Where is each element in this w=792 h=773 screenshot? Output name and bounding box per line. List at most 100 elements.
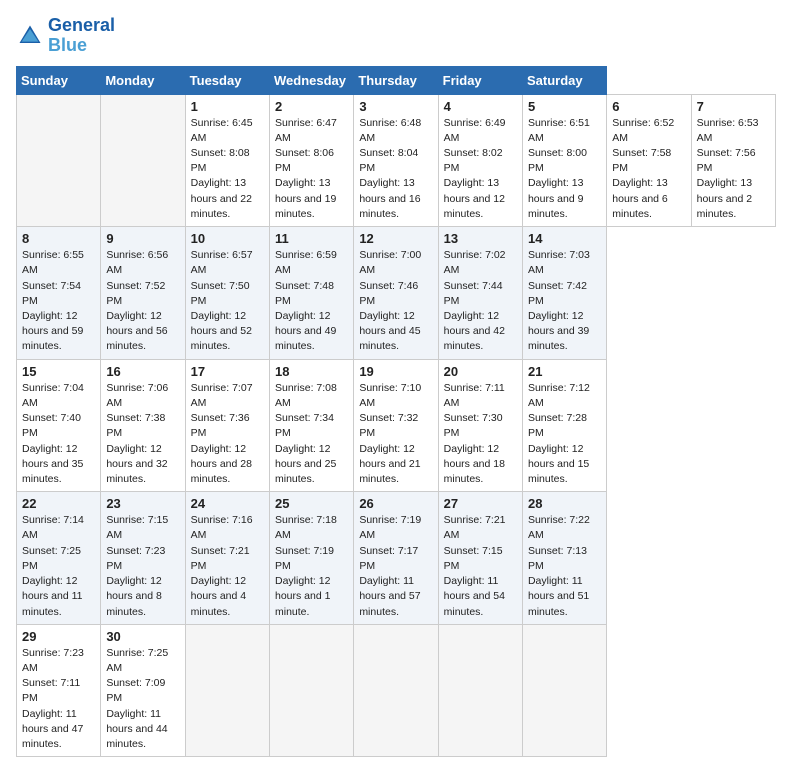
calendar-cell: 28 Sunrise: 7:22 AMSunset: 7:13 PMDaylig…	[522, 492, 606, 625]
day-number: 19	[359, 364, 432, 379]
calendar-cell: 8 Sunrise: 6:55 AMSunset: 7:54 PMDayligh…	[17, 227, 101, 360]
calendar-cell	[269, 624, 353, 757]
day-number: 26	[359, 496, 432, 511]
day-info: Sunrise: 7:02 AMSunset: 7:44 PMDaylight:…	[444, 248, 517, 355]
calendar-cell: 29 Sunrise: 7:23 AMSunset: 7:11 PMDaylig…	[17, 624, 101, 757]
day-number: 4	[444, 99, 517, 114]
day-info: Sunrise: 6:45 AMSunset: 8:08 PMDaylight:…	[191, 116, 264, 223]
calendar-cell: 4 Sunrise: 6:49 AMSunset: 8:02 PMDayligh…	[438, 94, 522, 227]
logo-text: General Blue	[48, 16, 115, 56]
day-number: 17	[191, 364, 264, 379]
day-number: 18	[275, 364, 348, 379]
day-info: Sunrise: 6:47 AMSunset: 8:06 PMDaylight:…	[275, 116, 348, 223]
day-number: 21	[528, 364, 601, 379]
calendar-cell: 20 Sunrise: 7:11 AMSunset: 7:30 PMDaylig…	[438, 359, 522, 492]
day-info: Sunrise: 7:21 AMSunset: 7:15 PMDaylight:…	[444, 513, 517, 620]
day-info: Sunrise: 7:25 AMSunset: 7:09 PMDaylight:…	[106, 646, 179, 753]
day-number: 8	[22, 231, 95, 246]
day-info: Sunrise: 7:00 AMSunset: 7:46 PMDaylight:…	[359, 248, 432, 355]
day-info: Sunrise: 6:56 AMSunset: 7:52 PMDaylight:…	[106, 248, 179, 355]
day-number: 5	[528, 99, 601, 114]
day-info: Sunrise: 6:59 AMSunset: 7:48 PMDaylight:…	[275, 248, 348, 355]
day-number: 11	[275, 231, 348, 246]
calendar-week-row: 1 Sunrise: 6:45 AMSunset: 8:08 PMDayligh…	[17, 94, 776, 227]
calendar-cell: 10 Sunrise: 6:57 AMSunset: 7:50 PMDaylig…	[185, 227, 269, 360]
day-number: 27	[444, 496, 517, 511]
calendar-cell: 1 Sunrise: 6:45 AMSunset: 8:08 PMDayligh…	[185, 94, 269, 227]
calendar-cell: 14 Sunrise: 7:03 AMSunset: 7:42 PMDaylig…	[522, 227, 606, 360]
calendar-cell: 18 Sunrise: 7:08 AMSunset: 7:34 PMDaylig…	[269, 359, 353, 492]
col-header-wednesday: Wednesday	[269, 66, 353, 94]
day-number: 13	[444, 231, 517, 246]
day-number: 15	[22, 364, 95, 379]
calendar-cell: 12 Sunrise: 7:00 AMSunset: 7:46 PMDaylig…	[354, 227, 438, 360]
calendar-cell	[17, 94, 101, 227]
logo-icon	[16, 22, 44, 50]
day-number: 24	[191, 496, 264, 511]
day-info: Sunrise: 6:51 AMSunset: 8:00 PMDaylight:…	[528, 116, 601, 223]
day-number: 2	[275, 99, 348, 114]
calendar-cell: 21 Sunrise: 7:12 AMSunset: 7:28 PMDaylig…	[522, 359, 606, 492]
day-info: Sunrise: 6:53 AMSunset: 7:56 PMDaylight:…	[697, 116, 770, 223]
day-info: Sunrise: 7:22 AMSunset: 7:13 PMDaylight:…	[528, 513, 601, 620]
col-header-tuesday: Tuesday	[185, 66, 269, 94]
calendar-cell: 27 Sunrise: 7:21 AMSunset: 7:15 PMDaylig…	[438, 492, 522, 625]
calendar-header-row: SundayMondayTuesdayWednesdayThursdayFrid…	[17, 66, 776, 94]
calendar-cell	[101, 94, 185, 227]
calendar-cell: 7 Sunrise: 6:53 AMSunset: 7:56 PMDayligh…	[691, 94, 775, 227]
day-info: Sunrise: 7:14 AMSunset: 7:25 PMDaylight:…	[22, 513, 95, 620]
day-info: Sunrise: 6:52 AMSunset: 7:58 PMDaylight:…	[612, 116, 685, 223]
day-number: 6	[612, 99, 685, 114]
day-info: Sunrise: 6:49 AMSunset: 8:02 PMDaylight:…	[444, 116, 517, 223]
day-info: Sunrise: 7:04 AMSunset: 7:40 PMDaylight:…	[22, 381, 95, 488]
col-header-saturday: Saturday	[522, 66, 606, 94]
col-header-thursday: Thursday	[354, 66, 438, 94]
day-number: 10	[191, 231, 264, 246]
day-number: 3	[359, 99, 432, 114]
day-number: 14	[528, 231, 601, 246]
calendar-week-row: 22 Sunrise: 7:14 AMSunset: 7:25 PMDaylig…	[17, 492, 776, 625]
calendar-week-row: 29 Sunrise: 7:23 AMSunset: 7:11 PMDaylig…	[17, 624, 776, 757]
calendar-cell: 30 Sunrise: 7:25 AMSunset: 7:09 PMDaylig…	[101, 624, 185, 757]
calendar-cell: 5 Sunrise: 6:51 AMSunset: 8:00 PMDayligh…	[522, 94, 606, 227]
calendar-cell: 25 Sunrise: 7:18 AMSunset: 7:19 PMDaylig…	[269, 492, 353, 625]
col-header-sunday: Sunday	[17, 66, 101, 94]
day-info: Sunrise: 7:03 AMSunset: 7:42 PMDaylight:…	[528, 248, 601, 355]
calendar-cell: 16 Sunrise: 7:06 AMSunset: 7:38 PMDaylig…	[101, 359, 185, 492]
day-info: Sunrise: 7:06 AMSunset: 7:38 PMDaylight:…	[106, 381, 179, 488]
calendar-cell: 23 Sunrise: 7:15 AMSunset: 7:23 PMDaylig…	[101, 492, 185, 625]
calendar-cell: 17 Sunrise: 7:07 AMSunset: 7:36 PMDaylig…	[185, 359, 269, 492]
logo: General Blue	[16, 16, 115, 56]
day-number: 23	[106, 496, 179, 511]
calendar-cell	[438, 624, 522, 757]
calendar-cell	[522, 624, 606, 757]
day-info: Sunrise: 7:08 AMSunset: 7:34 PMDaylight:…	[275, 381, 348, 488]
calendar-week-row: 8 Sunrise: 6:55 AMSunset: 7:54 PMDayligh…	[17, 227, 776, 360]
day-number: 1	[191, 99, 264, 114]
day-number: 20	[444, 364, 517, 379]
calendar-cell	[185, 624, 269, 757]
calendar-cell: 6 Sunrise: 6:52 AMSunset: 7:58 PMDayligh…	[607, 94, 691, 227]
day-info: Sunrise: 6:48 AMSunset: 8:04 PMDaylight:…	[359, 116, 432, 223]
day-number: 22	[22, 496, 95, 511]
day-number: 7	[697, 99, 770, 114]
calendar-cell	[354, 624, 438, 757]
day-info: Sunrise: 7:16 AMSunset: 7:21 PMDaylight:…	[191, 513, 264, 620]
day-info: Sunrise: 7:19 AMSunset: 7:17 PMDaylight:…	[359, 513, 432, 620]
calendar-cell: 24 Sunrise: 7:16 AMSunset: 7:21 PMDaylig…	[185, 492, 269, 625]
calendar-cell: 26 Sunrise: 7:19 AMSunset: 7:17 PMDaylig…	[354, 492, 438, 625]
col-header-monday: Monday	[101, 66, 185, 94]
day-info: Sunrise: 7:23 AMSunset: 7:11 PMDaylight:…	[22, 646, 95, 753]
page-header: General Blue	[16, 16, 776, 56]
day-info: Sunrise: 7:15 AMSunset: 7:23 PMDaylight:…	[106, 513, 179, 620]
day-number: 30	[106, 629, 179, 644]
day-info: Sunrise: 6:55 AMSunset: 7:54 PMDaylight:…	[22, 248, 95, 355]
calendar-cell: 9 Sunrise: 6:56 AMSunset: 7:52 PMDayligh…	[101, 227, 185, 360]
calendar-cell: 2 Sunrise: 6:47 AMSunset: 8:06 PMDayligh…	[269, 94, 353, 227]
day-info: Sunrise: 7:07 AMSunset: 7:36 PMDaylight:…	[191, 381, 264, 488]
calendar-cell: 3 Sunrise: 6:48 AMSunset: 8:04 PMDayligh…	[354, 94, 438, 227]
day-info: Sunrise: 7:18 AMSunset: 7:19 PMDaylight:…	[275, 513, 348, 620]
calendar-week-row: 15 Sunrise: 7:04 AMSunset: 7:40 PMDaylig…	[17, 359, 776, 492]
calendar-cell: 13 Sunrise: 7:02 AMSunset: 7:44 PMDaylig…	[438, 227, 522, 360]
day-number: 12	[359, 231, 432, 246]
